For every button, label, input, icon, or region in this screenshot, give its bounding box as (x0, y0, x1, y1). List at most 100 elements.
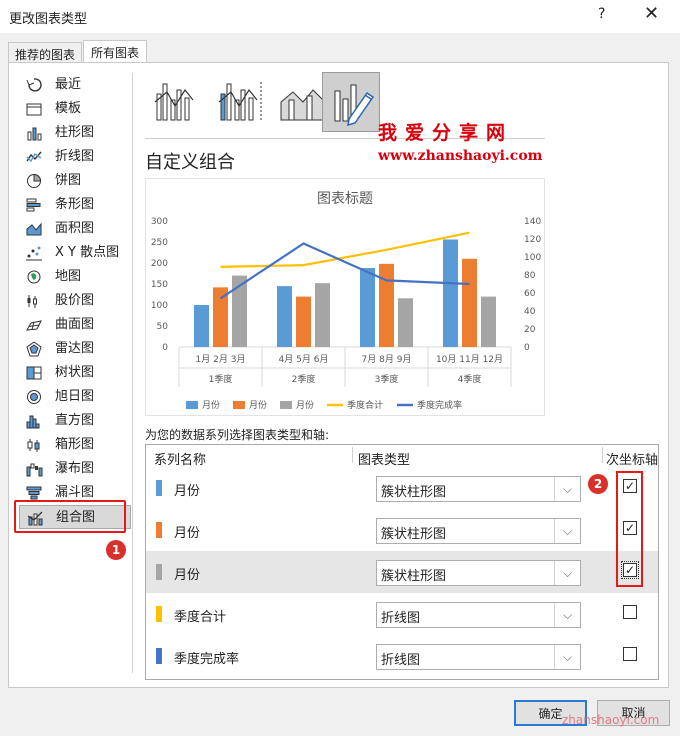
subtype-clustered-column-line-secondary[interactable] (209, 72, 267, 132)
x-month-label: 1月 2月 3月 (196, 354, 246, 365)
highlight-box-combo (14, 500, 126, 533)
legend-label: 季度合计 (347, 399, 383, 411)
bar-mark (379, 263, 394, 347)
sidebar-item-label: 箱形图 (55, 437, 95, 452)
funnel-chart-icon (26, 486, 42, 500)
sunburst-chart-icon (27, 390, 41, 404)
sidebar-item-recent[interactable]: 最近 (19, 73, 131, 97)
subtype-custom-combo[interactable] (322, 72, 380, 132)
sidebar-item-waterfall-chart[interactable]: 瀑布图 (19, 457, 131, 481)
close-button[interactable]: ✕ (644, 3, 659, 24)
map-chart-icon (27, 270, 41, 284)
waterfall-chart-icon (26, 463, 43, 477)
help-button[interactable]: ? (598, 6, 605, 22)
x-month-label: 10月 11月 12月 (436, 354, 503, 365)
chevron-down-icon[interactable]: ⌵ (554, 477, 580, 501)
sidebar-item-label: 曲面图 (55, 317, 95, 332)
column-chart-icon (27, 127, 42, 141)
bar-mark (296, 296, 311, 347)
header-secondary-axis: 次坐标轴 (606, 453, 659, 468)
chart-type-sidebar: 最近模板柱形图折线图饼图条形图面积图 X Y 散点图地图股价图曲面图雷达图 树状图旭… (19, 73, 131, 529)
secondary-axis-checkbox[interactable] (623, 647, 637, 661)
sidebar-item-stock-chart[interactable]: 股价图 (19, 289, 131, 313)
chart-type-value: 折线图 (381, 611, 421, 626)
sidebar-item-box-chart[interactable]: 箱形图 (19, 433, 131, 457)
header-chart-type: 图表类型 (358, 453, 411, 468)
chart-type-dropdown[interactable]: 簇状柱形图 ⌵ (376, 518, 581, 544)
chevron-down-icon[interactable]: ⌵ (554, 561, 580, 585)
y-right-tick-label: 20 (524, 325, 536, 335)
sidebar-item-label: 模板 (55, 101, 82, 116)
legend-bar-swatch (280, 401, 292, 409)
chevron-down-icon[interactable]: ⌵ (554, 645, 580, 669)
y-left-tick-label: 200 (151, 259, 168, 269)
series-color-swatch (156, 648, 162, 664)
series-color-swatch (156, 522, 162, 538)
scatter-chart-icon (26, 246, 42, 261)
chart-type-value: 簇状柱形图 (381, 485, 447, 500)
line-series (219, 242, 470, 300)
y-left-tick-label: 300 (151, 217, 168, 227)
legend-label: 季度完成率 (417, 399, 462, 411)
y-left-tick-label: 250 (151, 238, 168, 248)
sidebar-item-histogram-chart[interactable]: 直方图 (19, 409, 131, 433)
legend-bar-swatch (233, 401, 245, 409)
secondary-axis-checkbox[interactable] (623, 605, 637, 619)
sidebar-item-map-chart[interactable]: 地图 (19, 265, 131, 289)
subtype-clustered-column-line[interactable] (145, 72, 203, 132)
bar-mark (194, 305, 209, 347)
chart-type-dropdown[interactable]: 折线图 ⌵ (376, 602, 581, 628)
y-left-tick-label: 0 (162, 343, 168, 353)
sidebar-item-bar-chart[interactable]: 条形图 (19, 193, 131, 217)
y-left-tick-label: 50 (157, 322, 169, 332)
chart-type-dropdown[interactable]: 簇状柱形图 ⌵ (376, 560, 581, 586)
y-right-tick-label: 0 (524, 343, 530, 353)
series-row[interactable]: 季度合计 折线图 ⌵ (146, 593, 658, 635)
bar-chart-icon (26, 198, 41, 212)
sidebar-item-label: 直方图 (55, 413, 95, 428)
x-month-label: 7月 8月 9月 (362, 354, 412, 365)
chart-type-value: 簇状柱形图 (381, 569, 447, 584)
window-title: 更改图表类型 (9, 12, 88, 27)
tab-recommended-charts[interactable]: 推荐的图表 (8, 42, 82, 62)
series-row[interactable]: 季度完成率 折线图 ⌵ (146, 635, 658, 677)
sidebar-item-scatter-chart[interactable]: X Y 散点图 (19, 241, 131, 265)
bar-mark (315, 283, 330, 347)
series-row[interactable]: 月份 簇状柱形图 ⌵ ✓ (146, 467, 658, 509)
series-row[interactable]: 月份 簇状柱形图 ⌵ ✓ (146, 509, 658, 551)
sidebar-item-label: 面积图 (55, 221, 95, 236)
sidebar-item-label: 最近 (55, 77, 82, 92)
sidebar-item-sunburst-chart[interactable]: 旭日图 (19, 385, 131, 409)
chevron-down-icon[interactable]: ⌵ (554, 519, 580, 543)
header-series-name: 系列名称 (154, 453, 207, 468)
section-title: 自定义组合 (145, 152, 235, 173)
y-right-tick-label: 120 (524, 235, 541, 245)
sidebar-item-template[interactable]: 模板 (19, 97, 131, 121)
chevron-down-icon[interactable]: ⌵ (554, 603, 580, 627)
sidebar-item-line-chart[interactable]: 折线图 (19, 145, 131, 169)
chart-type-dropdown[interactable]: 簇状柱形图 ⌵ (376, 476, 581, 502)
step-badge-1: 1 (106, 540, 126, 560)
legend-label: 月份 (296, 399, 314, 411)
x-group-label: 2季度 (292, 373, 316, 385)
sidebar-item-area-chart[interactable]: 面积图 (19, 217, 131, 241)
x-group-label: 1季度 (209, 373, 233, 385)
sidebar-item-pie-chart[interactable]: 饼图 (19, 169, 131, 193)
y-right-tick-label: 80 (524, 271, 536, 281)
sidebar-item-label: 饼图 (55, 173, 82, 188)
series-row[interactable]: 月份 簇状柱形图 ⌵ ✓ (146, 551, 658, 593)
pie-chart-icon (27, 173, 42, 188)
sidebar-item-column-chart[interactable]: 柱形图 (19, 121, 131, 145)
sidebar-item-label: 条形图 (55, 197, 95, 212)
tab-all-charts[interactable]: 所有图表 (83, 40, 147, 63)
sidebar-item-treemap-chart[interactable]: 树状图 (19, 361, 131, 385)
chart-type-value: 折线图 (381, 653, 421, 668)
header-divider (602, 447, 603, 463)
bar-mark (398, 298, 413, 347)
sidebar-item-label: 折线图 (55, 149, 95, 164)
bar-mark (443, 239, 458, 347)
sidebar-item-radar-chart[interactable]: 雷达图 (19, 337, 131, 361)
sidebar-item-surface-chart[interactable]: 曲面图 (19, 313, 131, 337)
sidebar-item-label: 地图 (55, 269, 82, 284)
chart-type-dropdown[interactable]: 折线图 ⌵ (376, 644, 581, 670)
